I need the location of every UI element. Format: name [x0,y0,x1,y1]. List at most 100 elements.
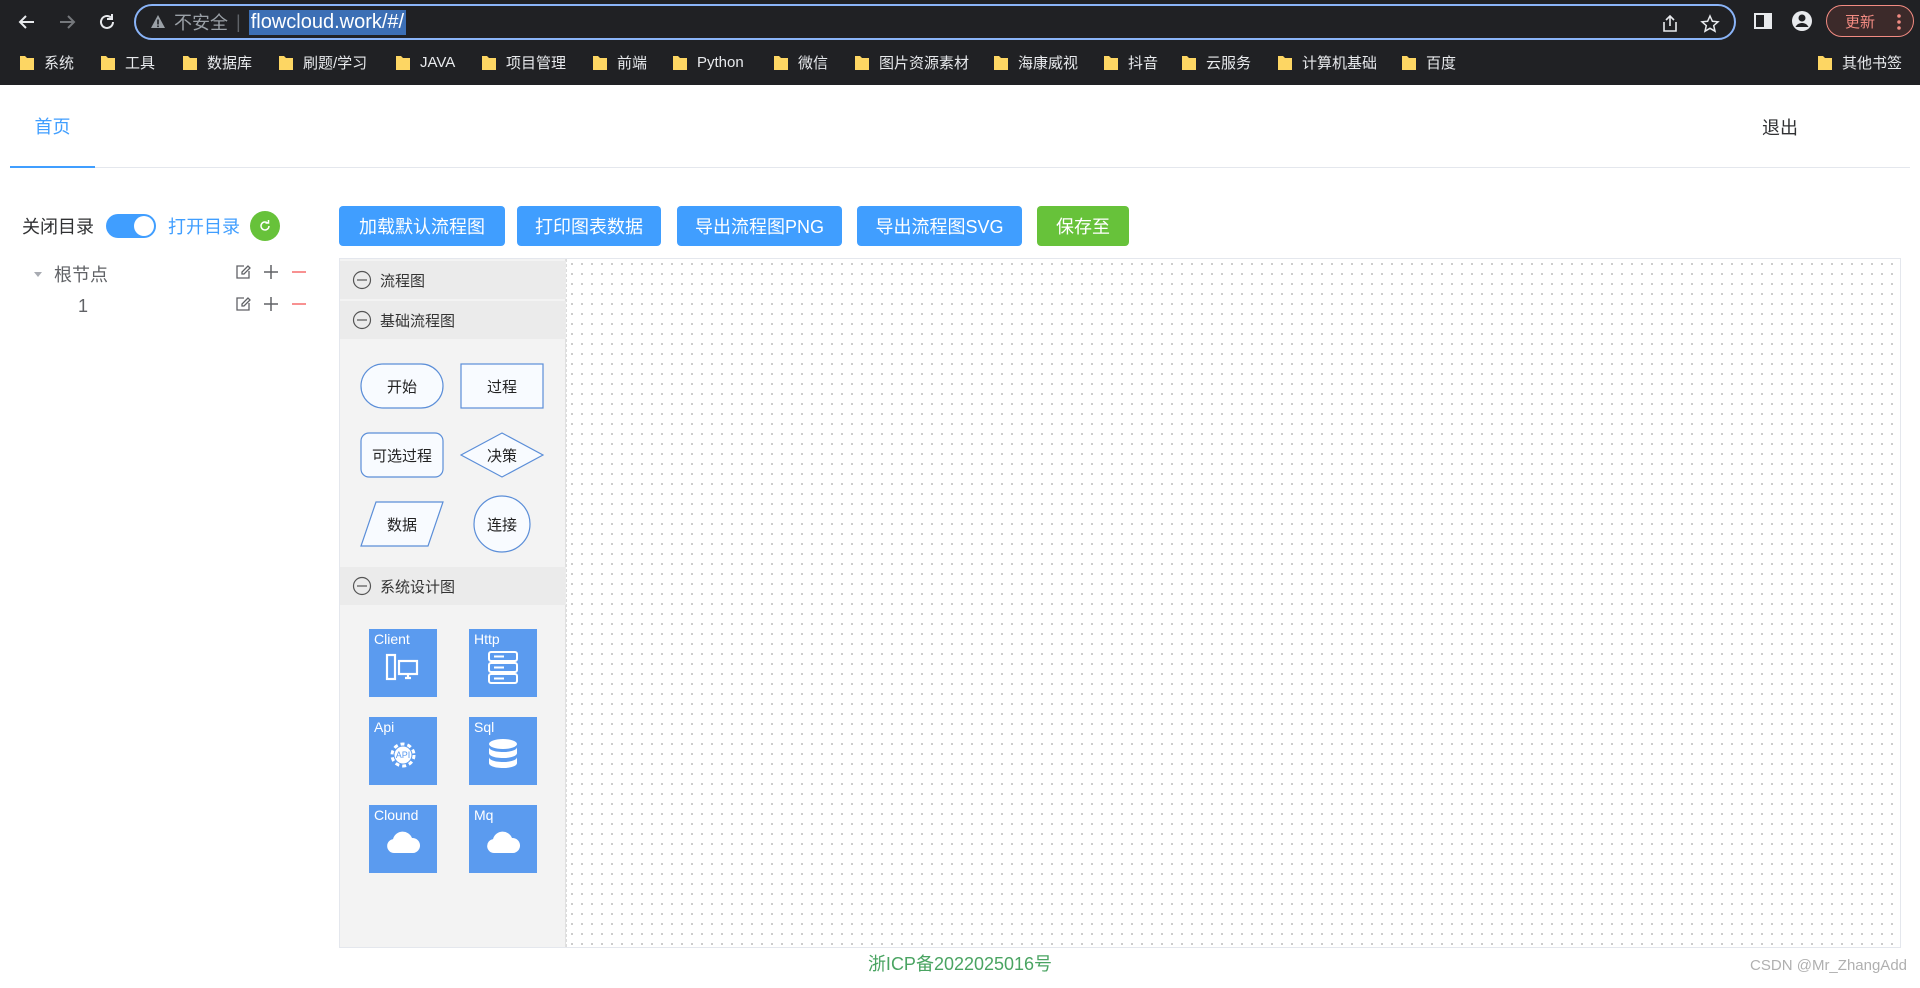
tile-label: Api [374,719,395,735]
palette-group-basic[interactable]: 基础流程图 [340,301,566,339]
palette-group-system[interactable]: 系统设计图 [340,567,566,605]
caret-down-icon[interactable] [30,266,46,282]
print-data-button[interactable]: 打印图表数据 [517,206,661,246]
bookmark-label: 数据库 [207,54,253,72]
minus-icon[interactable] [291,296,307,312]
bookmark-item[interactable]: 刷题/学习 [279,48,367,76]
bookmark-item[interactable]: 海康威视 [994,48,1078,76]
folder-icon [20,56,34,70]
folder-icon [593,56,607,70]
export-svg-button[interactable]: 导出流程图SVG [857,206,1022,246]
system-tile-api[interactable]: Api API [369,717,437,785]
bookmark-item[interactable]: 图片资源素材 [855,48,969,76]
bookmark-item[interactable]: 系统 [20,48,74,76]
plus-icon[interactable] [263,264,279,280]
shape-process[interactable]: 过程 [460,363,544,409]
folder-icon [1402,56,1416,70]
logout-link[interactable]: 退出 [1762,85,1798,168]
system-tile-http[interactable]: Http [469,629,537,697]
svg-text:API: API [396,750,411,760]
tree-node-root[interactable]: 根节点 [22,260,307,288]
url-text[interactable]: flowcloud.work/#/ [248,9,407,35]
shape-label: 可选过程 [371,447,432,465]
tree-node-child[interactable]: 1 [22,292,307,320]
shape-label: 连接 [486,516,517,534]
bookmark-item[interactable]: 云服务 [1182,48,1251,76]
bookmark-item[interactable]: 计算机基础 [1278,48,1377,76]
bookmark-label: 百度 [1426,54,1457,72]
star-icon[interactable] [1700,14,1720,34]
address-bar[interactable]: 不安全 | flowcloud.work/#/ [134,4,1736,40]
bookmark-item[interactable]: 前端 [593,48,647,76]
bookmark-item[interactable]: 工具 [101,48,155,76]
edit-icon[interactable] [235,264,251,280]
save-to-button[interactable]: 保存至 [1037,206,1129,246]
share-icon[interactable] [1660,14,1680,34]
minus-icon[interactable] [291,264,307,280]
tile-label: Clound [374,807,419,823]
palette-group-flowchart[interactable]: 流程图 [340,261,566,299]
system-tile-sql[interactable]: Sql [469,717,537,785]
folder-icon [1818,56,1832,70]
system-tile-cloud[interactable]: Clound [369,805,437,873]
bookmark-item[interactable]: 微信 [774,48,828,76]
shape-data[interactable]: 数据 [360,501,444,547]
tree-node-actions [223,264,307,280]
bookmark-item[interactable]: 百度 [1402,48,1456,76]
directory-switch[interactable] [106,214,156,238]
load-default-button[interactable]: 加载默认流程图 [339,206,505,246]
reload-icon [100,14,114,29]
warning-icon [151,15,165,28]
tile-label: Mq [474,807,494,823]
bookmark-label: 海康威视 [1018,54,1079,72]
profile-icon[interactable] [1791,10,1813,32]
bookmark-item[interactable]: Python [673,48,744,76]
bookmark-label: JAVA [420,53,456,71]
bookmark-label: Python [697,53,744,71]
shape-start[interactable]: 开始 [360,363,444,409]
shape-connector[interactable]: 连接 [473,495,531,553]
refresh-icon [260,220,270,231]
export-png-button[interactable]: 导出流程图PNG [677,206,842,246]
shape-label: 数据 [386,516,417,534]
close-directory-label[interactable]: 关闭目录 [22,213,94,239]
plus-icon[interactable] [263,296,279,312]
bookmark-item[interactable]: JAVA [396,48,455,76]
bookmark-item[interactable]: 抖音 [1104,48,1158,76]
system-tile-client[interactable]: Client [369,629,437,697]
switch-knob [134,216,154,236]
drawing-canvas[interactable] [566,259,1900,947]
security-label: 不安全 [174,13,228,33]
edit-icon[interactable] [235,296,251,312]
reload-button[interactable] [94,9,120,35]
app-header: 首页 退出 [10,85,1910,168]
back-button[interactable] [14,9,40,35]
forward-button[interactable] [54,9,80,35]
refresh-button[interactable] [250,211,280,241]
bookmark-item[interactable]: 数据库 [183,48,252,76]
system-tile-mq[interactable]: Mq [469,805,537,873]
open-directory-label[interactable]: 打开目录 [168,213,240,239]
bookmark-label: 抖音 [1128,54,1159,72]
directory-toggle-row: 关闭目录 打开目录 [22,210,240,242]
arrow-right-icon [60,15,76,29]
folder-icon [101,56,115,70]
other-bookmarks[interactable]: 其他书签 [1818,48,1902,76]
bookmark-label: 云服务 [1206,54,1252,72]
tree-node-actions [223,296,307,312]
update-button[interactable]: 更新 [1826,5,1914,37]
bookmark-label: 项目管理 [506,54,567,72]
bookmark-item[interactable]: 项目管理 [482,48,566,76]
collapse-icon [352,270,372,290]
shape-label: 过程 [486,378,517,396]
side-panel-icon[interactable] [1752,10,1774,32]
shape-optional-process[interactable]: 可选过程 [360,432,444,478]
shape-decision[interactable]: 决策 [459,432,545,478]
icp-link[interactable]: 浙ICP备2022025016号 [0,950,1920,976]
tile-label: Http [474,631,500,647]
folder-icon [396,56,410,70]
tree-node-label: 1 [78,295,89,316]
folder-icon [673,56,687,70]
tab-home[interactable]: 首页 [10,85,95,168]
server-icon [488,651,518,684]
